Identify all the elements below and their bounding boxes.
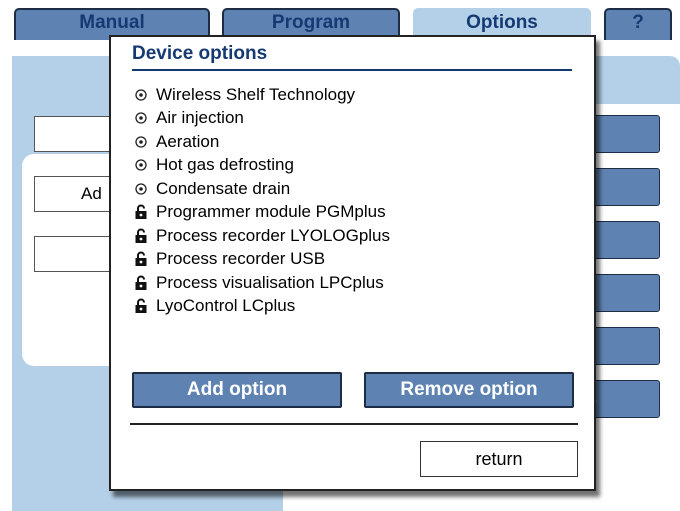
option-label: Air injection [156, 108, 244, 128]
option-list: Wireless Shelf Technology Air injection … [134, 83, 390, 318]
tab-options-label: Options [466, 12, 538, 33]
option-dot-icon [134, 111, 152, 125]
option-label: Programmer module PGMplus [156, 202, 386, 222]
device-options-dialog: Device options Wireless Shelf Technology… [109, 35, 596, 491]
option-pgmplus[interactable]: Programmer module PGMplus [134, 201, 390, 225]
option-label: Process recorder LYOLOGplus [156, 225, 390, 245]
tab-help[interactable]: ? [604, 8, 672, 40]
tab-help-label: ? [632, 12, 644, 33]
option-lyologplus[interactable]: Process recorder LYOLOGplus [134, 224, 390, 248]
unlocked-icon [134, 204, 152, 220]
option-label: Aeration [156, 131, 220, 151]
option-label: Process visualisation LPCplus [156, 272, 384, 292]
option-lpcplus[interactable]: Process visualisation LPCplus [134, 271, 390, 295]
dialog-title: Device options [132, 43, 572, 71]
tab-program-label: Program [271, 12, 351, 33]
option-label: LyoControl LCplus [156, 296, 296, 316]
tab-manual-label: Manual [79, 12, 145, 33]
option-dot-icon [134, 158, 152, 172]
option-label: Condensate drain [156, 178, 291, 198]
option-condensate-drain[interactable]: Condensate drain [134, 177, 390, 201]
unlocked-icon [134, 228, 152, 244]
option-label: Hot gas defrosting [156, 155, 294, 175]
unlocked-icon [134, 298, 152, 314]
option-wireless-shelf[interactable]: Wireless Shelf Technology [134, 83, 390, 107]
option-hot-gas-defrosting[interactable]: Hot gas defrosting [134, 154, 390, 178]
option-air-injection[interactable]: Air injection [134, 107, 390, 131]
option-lcplus[interactable]: LyoControl LCplus [134, 295, 390, 319]
option-aeration[interactable]: Aeration [134, 130, 390, 154]
background-field-2-label: Ad [81, 184, 102, 203]
option-dot-icon [134, 182, 152, 196]
option-label: Process recorder USB [156, 249, 326, 269]
option-dot-icon [134, 135, 152, 149]
return-button[interactable]: return [420, 441, 578, 477]
option-label: Wireless Shelf Technology [156, 84, 356, 104]
dialog-divider [130, 423, 578, 425]
option-dot-icon [134, 88, 152, 102]
add-option-button[interactable]: Add option [132, 372, 342, 408]
remove-option-button[interactable]: Remove option [364, 372, 574, 408]
unlocked-icon [134, 275, 152, 291]
unlocked-icon [134, 251, 152, 267]
option-recorder-usb[interactable]: Process recorder USB [134, 248, 390, 272]
